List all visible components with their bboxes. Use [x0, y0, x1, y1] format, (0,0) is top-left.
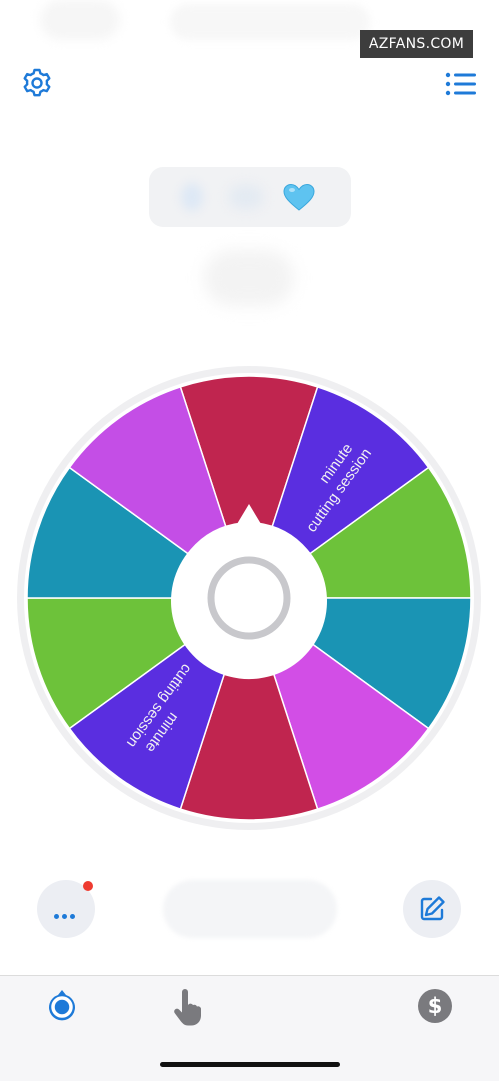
notification-badge [83, 881, 93, 891]
tab-pro[interactable]: $ [417, 988, 453, 1024]
blurred-title [204, 250, 294, 306]
list-button[interactable] [444, 70, 478, 98]
tab-wheel[interactable] [44, 988, 80, 1024]
blurred-header-center [170, 4, 370, 40]
spin-button[interactable] [163, 880, 337, 938]
wheel-graphic[interactable]: minutecutting sessionminutecutting sessi… [17, 366, 481, 830]
watermark: AZFANS.COM [360, 30, 473, 58]
blurred-emoji [229, 185, 263, 209]
svg-text:$: $ [428, 994, 443, 1018]
gear-icon [23, 68, 51, 97]
spin-wheel[interactable]: minute cutting session minute cutting sessi… [17, 366, 481, 830]
edit-icon [420, 896, 445, 921]
wheel-hub[interactable] [173, 522, 325, 674]
heart-icon [283, 183, 315, 211]
blurred-header-left [40, 0, 120, 40]
hand-tap-icon [174, 989, 201, 1026]
more-dots-icon [54, 906, 78, 924]
emoji-pill[interactable] [149, 167, 351, 227]
wheel-icon [49, 990, 75, 1021]
home-indicator [160, 1062, 340, 1067]
list-icon [445, 72, 476, 96]
dollar-icon: $ [418, 989, 452, 1023]
edit-button[interactable] [403, 880, 461, 938]
settings-button[interactable] [20, 66, 54, 100]
tab-tap[interactable] [168, 988, 208, 1028]
blurred-emoji [181, 183, 203, 211]
